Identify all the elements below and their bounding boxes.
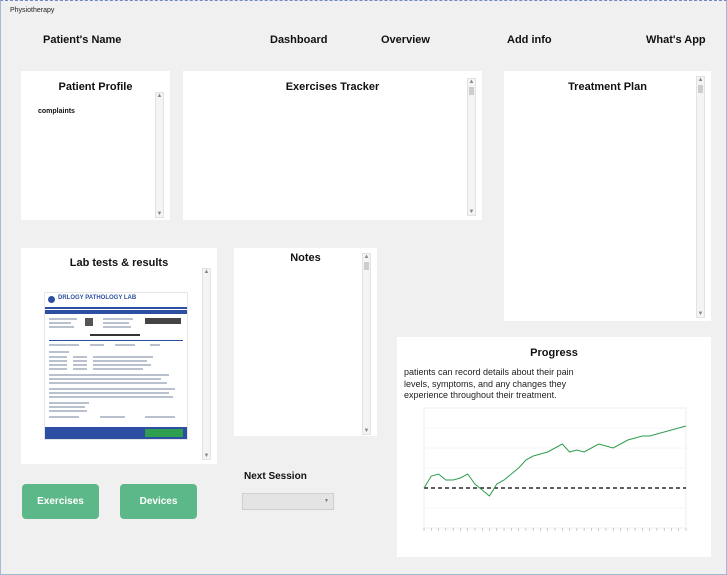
notes-scrollbar[interactable]: ▲ ▼	[362, 253, 371, 435]
progress-description: patients can record details about their …	[404, 367, 574, 400]
notes-panel: Notes ▲ ▼	[234, 248, 377, 436]
lab-tests-scrollbar[interactable]: ▲ ▼	[202, 268, 211, 460]
window-title: Physiotherapy	[10, 7, 55, 14]
complaints-label: complaints	[38, 108, 75, 115]
next-session-label: Next Session	[244, 471, 307, 482]
nav-overview[interactable]: Overview	[381, 34, 430, 46]
chevron-down-icon: ▼	[324, 498, 329, 504]
series-line	[423, 425, 687, 497]
notes-title: Notes	[290, 252, 321, 264]
lab-tests-panel: Lab tests & results DRLOGY PATHOLOGY LAB	[21, 248, 217, 464]
scroll-thumb[interactable]	[364, 262, 369, 270]
treatment-plan-panel: Treatment Plan ▲ ▼	[504, 71, 711, 321]
exercises-tracker-panel: Exercises Tracker ▲ ▼	[183, 71, 482, 220]
lab-report-image[interactable]: DRLOGY PATHOLOGY LAB	[44, 292, 188, 440]
exercises-tracker-title: Exercises Tracker	[285, 81, 380, 93]
lab-logo-icon	[48, 296, 55, 303]
lab-report-content	[45, 318, 187, 439]
exercises-button[interactable]: Exercises	[22, 484, 99, 519]
exercises-tracker-scrollbar[interactable]: ▲ ▼	[467, 78, 476, 216]
progress-title: Progress	[530, 347, 578, 359]
patient-profile-title: Patient Profile	[58, 81, 133, 93]
lab-report-name: DRLOGY PATHOLOGY LAB	[58, 295, 137, 301]
next-session-dropdown[interactable]: ▼	[242, 493, 334, 510]
nav-whats-app[interactable]: What's App	[646, 34, 706, 46]
treatment-plan-scrollbar[interactable]: ▲ ▼	[696, 76, 705, 318]
patient-profile-scrollbar[interactable]: ▲ ▼	[155, 92, 164, 218]
treatment-plan-title: Treatment Plan	[568, 81, 647, 93]
nav-patient-name[interactable]: Patient's Name	[43, 34, 121, 46]
scroll-thumb[interactable]	[698, 85, 703, 93]
scroll-thumb[interactable]	[469, 87, 474, 95]
patient-profile-panel: Patient Profile complaints ▲ ▼	[21, 71, 170, 220]
nav-add-info[interactable]: Add info	[507, 34, 552, 46]
lab-tests-title: Lab tests & results	[69, 257, 169, 269]
nav-dashboard[interactable]: Dashboard	[270, 34, 327, 46]
devices-button[interactable]: Devices	[120, 484, 197, 519]
progress-chart	[423, 407, 687, 531]
